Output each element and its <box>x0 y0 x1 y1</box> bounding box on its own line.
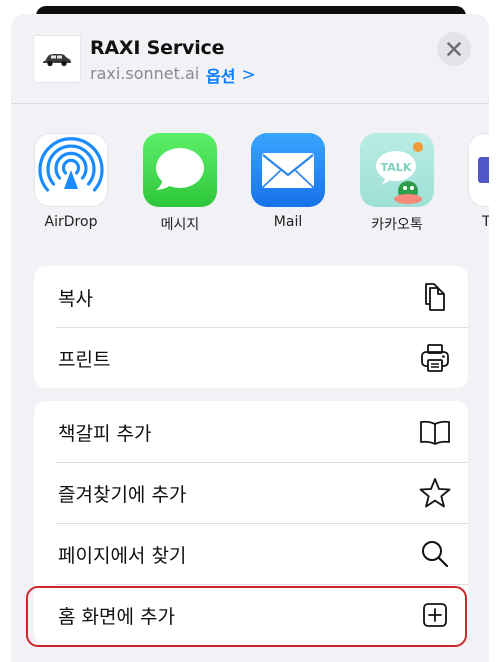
actions-group-secondary: 책갈피 추가 즐겨찾기에 추가 페이지에서 찾기 홈 화면에 추가 <box>34 401 468 645</box>
search-icon <box>422 541 449 568</box>
actions-group-primary: 복사 프린트 <box>34 266 468 388</box>
car-icon <box>43 54 71 67</box>
star-icon <box>419 478 451 508</box>
action-label: 복사 <box>58 288 93 310</box>
chevron-right-icon: > <box>241 65 256 85</box>
app-label: AirDrop <box>44 214 98 230</box>
print-icon <box>421 344 449 372</box>
site-url: raxi.sonnet.ai <box>90 64 200 83</box>
add-square-icon <box>423 603 447 627</box>
action-label: 책갈피 추가 <box>58 423 152 445</box>
action-print[interactable]: 프린트 <box>34 327 468 388</box>
app-label: Te <box>482 214 489 230</box>
action-label: 프린트 <box>58 349 111 371</box>
share-sheet-screen: RAXI Service raxi.sonnet.ai 옵션 > AirDrop… <box>0 0 498 662</box>
background-page <box>0 0 498 20</box>
share-app-teams[interactable]: Te <box>468 133 489 230</box>
options-link[interactable]: 옵션 > <box>206 63 256 87</box>
action-copy[interactable]: 복사 <box>34 266 468 327</box>
action-label: 홈 화면에 추가 <box>58 606 175 628</box>
share-app-airdrop[interactable]: AirDrop <box>34 133 108 230</box>
options-label: 옵션 <box>206 67 236 86</box>
action-add-bookmark[interactable]: 책갈피 추가 <box>34 401 468 462</box>
messages-icon <box>143 133 217 207</box>
action-label: 페이지에서 찾기 <box>58 545 187 567</box>
bookmark-book-icon <box>420 420 450 445</box>
app-label: 메시지 <box>160 217 200 233</box>
action-find-on-page[interactable]: 페이지에서 찾기 <box>34 523 468 584</box>
share-app-kakaotalk[interactable]: TALK 카카오톡 <box>360 133 434 234</box>
kakaotalk-icon: TALK <box>360 133 434 207</box>
close-icon <box>447 42 461 56</box>
action-label: 즐겨찾기에 추가 <box>58 484 187 506</box>
site-title: RAXI Service <box>90 37 225 59</box>
svg-text:TALK: TALK <box>381 161 412 174</box>
action-add-to-home-screen[interactable]: 홈 화면에 추가 <box>34 584 468 645</box>
share-app-messages[interactable]: 메시지 <box>143 133 217 234</box>
share-header: RAXI Service raxi.sonnet.ai 옵션 > <box>11 14 489 104</box>
share-app-mail[interactable]: Mail <box>251 133 325 230</box>
share-sheet: RAXI Service raxi.sonnet.ai 옵션 > AirDrop… <box>11 14 489 662</box>
app-label: Mail <box>273 214 303 230</box>
mail-icon <box>251 133 325 207</box>
copy-icon <box>425 283 445 311</box>
share-apps-row: AirDrop 메시지 Mail TALK 카카오톡 T <box>11 104 489 249</box>
airdrop-icon <box>34 133 108 207</box>
teams-icon <box>468 133 489 207</box>
site-thumbnail <box>34 36 80 82</box>
app-label: 카카오톡 <box>371 217 423 233</box>
action-add-favorite[interactable]: 즐겨찾기에 추가 <box>34 462 468 523</box>
close-button[interactable] <box>437 32 471 66</box>
